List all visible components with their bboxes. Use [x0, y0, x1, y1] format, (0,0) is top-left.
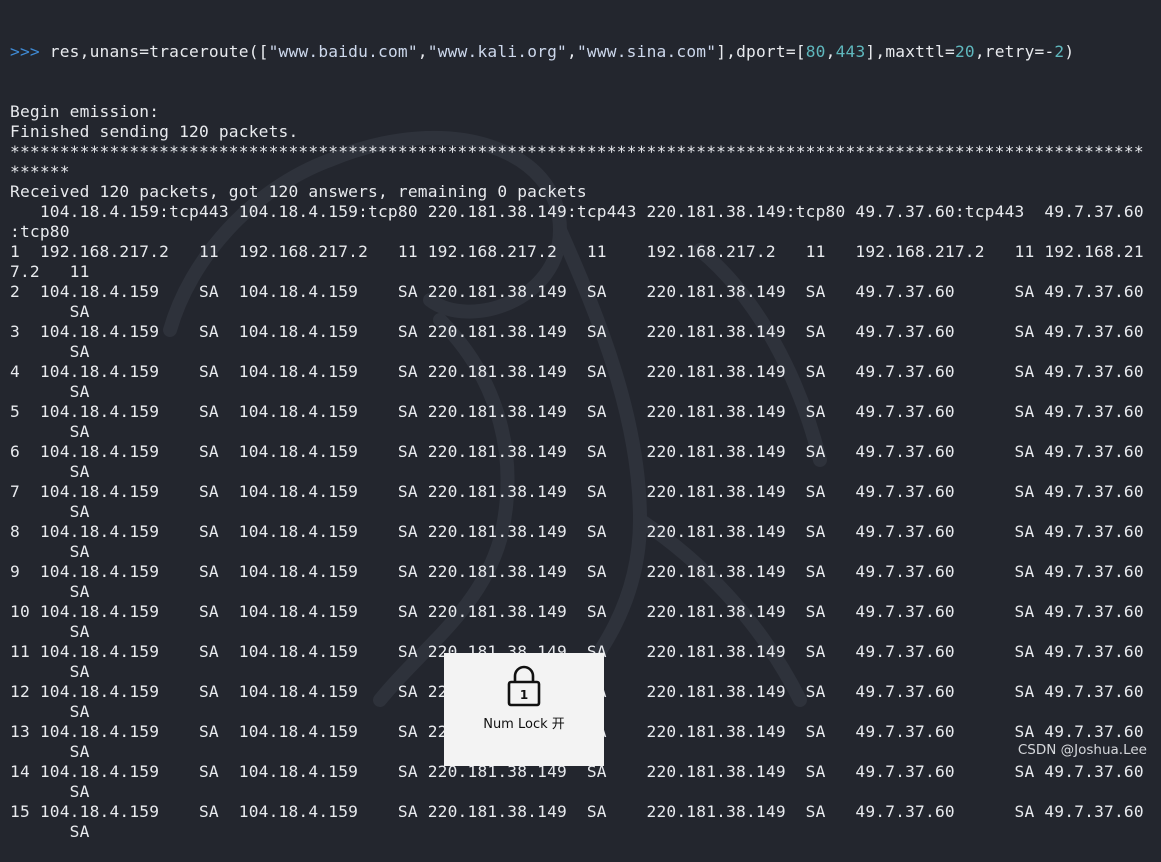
num-lock-notification: 1 Num Lock 开: [444, 653, 604, 766]
command-token: "www.sina.com": [576, 42, 717, 61]
output-line: 15 104.18.4.159 SA 104.18.4.159 SA 220.1…: [10, 802, 1144, 821]
output-line: SA: [10, 782, 90, 801]
output-line: ****************************************…: [10, 142, 1144, 161]
num-lock-label: Num Lock 开: [483, 717, 565, 732]
output-line: SA: [10, 302, 90, 321]
output-line: :tcp80: [10, 222, 70, 241]
command-text: res,unans=traceroute(["www.baidu.com","w…: [40, 42, 1074, 61]
command-token: ): [1064, 42, 1075, 61]
output-line: SA: [10, 822, 90, 841]
command-token: 2: [1054, 42, 1065, 61]
output-line: 5 104.18.4.159 SA 104.18.4.159 SA 220.18…: [10, 402, 1144, 421]
output-line: SA: [10, 382, 90, 401]
output-line: SA: [10, 622, 90, 641]
command-token: "www.kali.org": [427, 42, 567, 61]
command-token: ,: [825, 42, 836, 61]
output-line: 6 104.18.4.159 SA 104.18.4.159 SA 220.18…: [10, 442, 1144, 461]
output-line: 4 104.18.4.159 SA 104.18.4.159 SA 220.18…: [10, 362, 1144, 381]
command-token: "www.baidu.com": [268, 42, 418, 61]
output-line: 9 104.18.4.159 SA 104.18.4.159 SA 220.18…: [10, 562, 1144, 581]
output-line: 7 104.18.4.159 SA 104.18.4.159 SA 220.18…: [10, 482, 1144, 501]
output-line: SA: [10, 542, 90, 561]
output-line: SA: [10, 422, 90, 441]
output-line: 8 104.18.4.159 SA 104.18.4.159 SA 220.18…: [10, 522, 1144, 541]
command-token: ,retry=-: [974, 42, 1055, 61]
command-token: res,unans=traceroute([: [39, 42, 269, 61]
command-token: ],dport=[: [716, 42, 806, 61]
output-line: Begin emission:: [10, 102, 160, 121]
output-line: SA: [10, 502, 90, 521]
output-line: ******: [10, 162, 70, 181]
lock-icon: 1: [507, 665, 541, 707]
output-line: SA: [10, 582, 90, 601]
output-line: SA: [10, 342, 90, 361]
output-line: 10 104.18.4.159 SA 104.18.4.159 SA 220.1…: [10, 602, 1144, 621]
python-prompt: >>>: [10, 42, 40, 61]
output-line: SA: [10, 462, 90, 481]
command-token: ,: [567, 42, 577, 61]
output-line: 104.18.4.159:tcp443 104.18.4.159:tcp80 2…: [10, 202, 1144, 221]
lock-icon-digit: 1: [520, 688, 528, 702]
output-line: 2 104.18.4.159 SA 104.18.4.159 SA 220.18…: [10, 282, 1144, 301]
command-token: 20: [954, 42, 975, 61]
command-token: ,: [417, 42, 428, 61]
output-line: 3 104.18.4.159 SA 104.18.4.159 SA 220.18…: [10, 322, 1144, 341]
output-line: 1 192.168.217.2 11 192.168.217.2 11 192.…: [10, 242, 1144, 261]
output-line: Finished sending 120 packets.: [10, 122, 299, 141]
command-token: 443: [835, 42, 866, 61]
output-line: Received 120 packets, got 120 answers, r…: [10, 182, 587, 201]
csdn-watermark: CSDN @Joshua.Lee: [1017, 742, 1147, 758]
output-line: 7.2 11: [10, 262, 90, 281]
command-token: ],maxttl=: [865, 42, 955, 61]
command-token: 80: [805, 42, 826, 61]
command-line[interactable]: >>> res,unans=traceroute(["www.baidu.com…: [10, 42, 1161, 62]
